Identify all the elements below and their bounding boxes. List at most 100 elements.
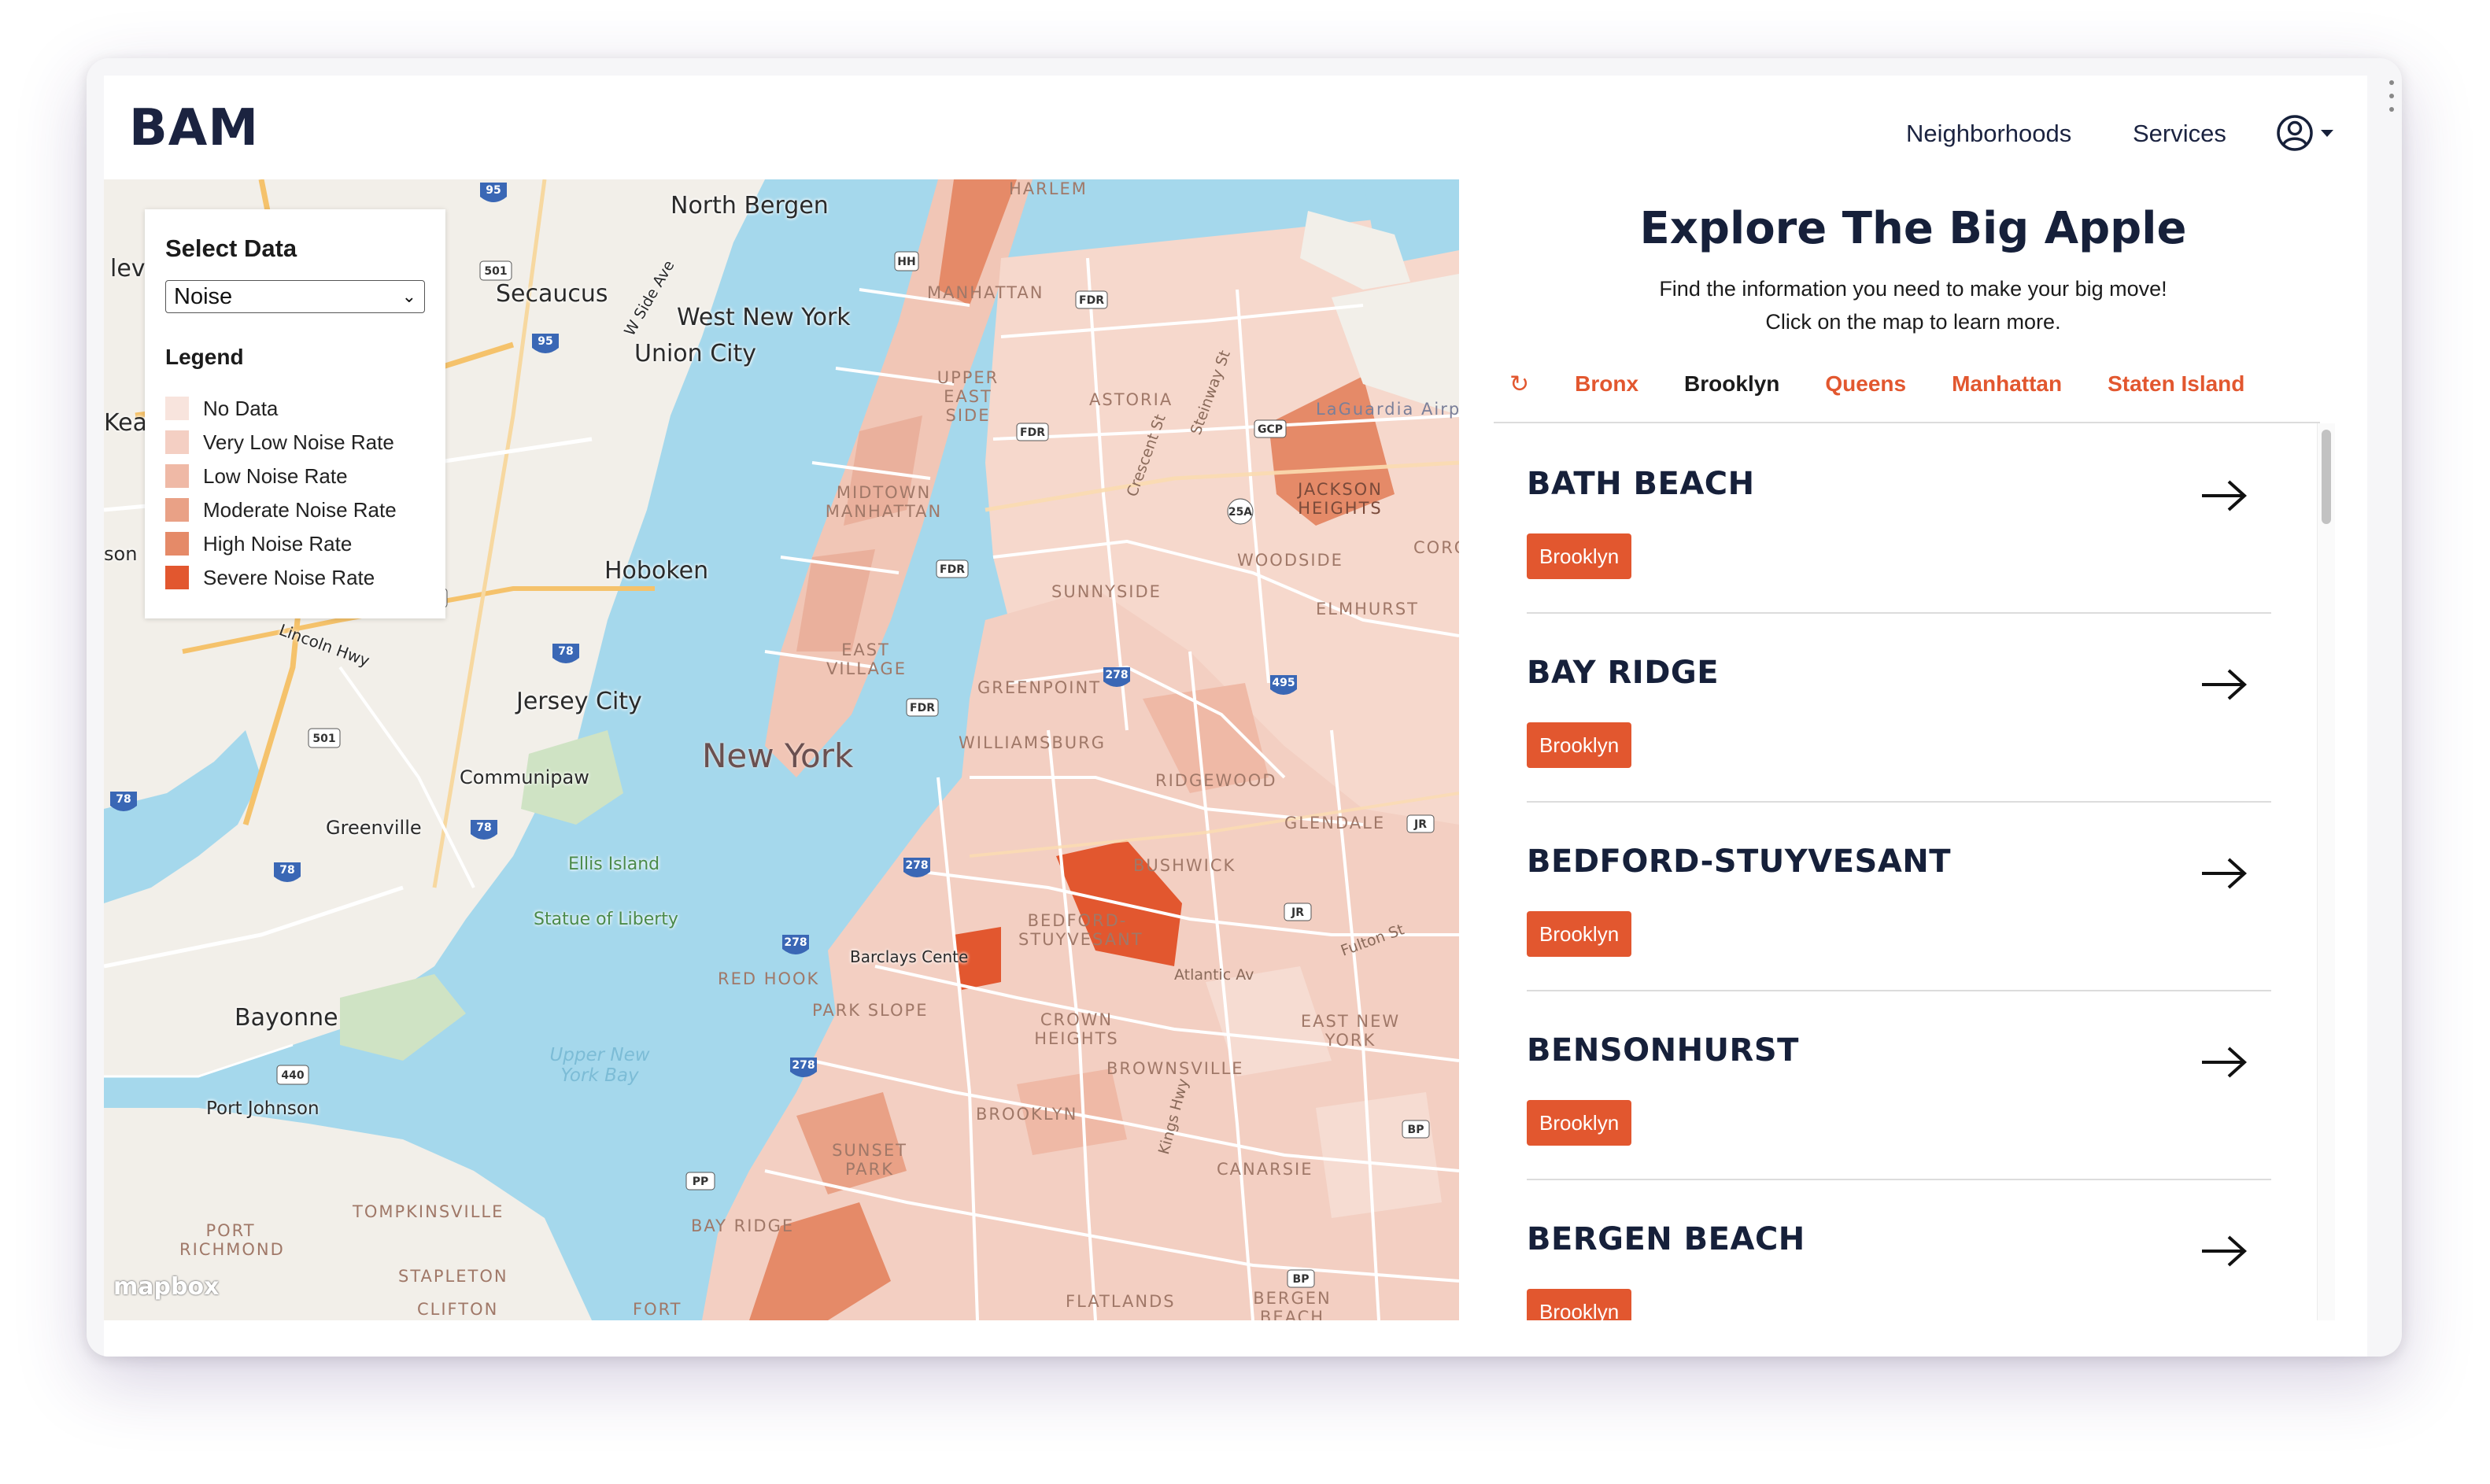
svg-text:JR: JR xyxy=(1413,818,1427,831)
data-type-select[interactable]: Noise ⌄ xyxy=(165,280,425,313)
label-laguardia: LaGuardia Airpor xyxy=(1316,400,1459,419)
neighborhood-card[interactable]: BATH BEACH Brooklyn xyxy=(1527,423,2271,614)
neighborhood-name: BATH BEACH xyxy=(1527,466,1755,502)
label-tompkinsville: TOMPKINSVILLE xyxy=(353,1202,504,1221)
borough-badge: Brooklyn xyxy=(1527,1100,1632,1146)
label-williamsburg: WILLIAMSBURG xyxy=(959,733,1106,752)
label-barclays: Barclays Cente xyxy=(850,947,969,966)
legend-swatch xyxy=(165,566,189,589)
label-jersey-city: Jersey City xyxy=(516,688,642,715)
arrow-right-icon[interactable] xyxy=(2200,1234,2248,1268)
borough-badge: Brooklyn xyxy=(1527,911,1632,957)
label-sunnyside: SUNNYSIDE xyxy=(1051,582,1162,601)
svg-text:25A: 25A xyxy=(1228,506,1252,519)
label-bergen-beach: BERGEN BEACH xyxy=(1253,1289,1332,1320)
user-circle-icon xyxy=(2277,115,2313,151)
label-red-hook: RED HOOK xyxy=(718,969,820,988)
label-stapleton: STAPLETON xyxy=(398,1267,508,1286)
label-corona: CORO xyxy=(1413,538,1459,557)
svg-text:495: 495 xyxy=(1272,677,1295,689)
label-bay-ridge: BAY RIDGE xyxy=(691,1216,795,1235)
svg-text:GCP: GCP xyxy=(1258,423,1283,436)
label-new-york: New York xyxy=(702,736,854,775)
neighborhood-card[interactable]: BERGEN BEACH Brooklyn xyxy=(1527,1179,2271,1320)
label-flatlands: FLATLANDS xyxy=(1066,1292,1176,1311)
browser-window: BAM Neighborhoods Services 501 501 440 H… xyxy=(87,58,2402,1357)
label-north-bergen: North Bergen xyxy=(671,192,829,220)
svg-text:278: 278 xyxy=(784,936,807,949)
label-statue-of-liberty: Statue of Liberty xyxy=(534,910,678,929)
label-sunset-park: SUNSET PARK xyxy=(832,1141,907,1179)
list-scrollbar-track[interactable] xyxy=(2317,423,2335,1320)
svg-text:JR: JR xyxy=(1291,906,1304,919)
label-bushwick: BUSHWICK xyxy=(1133,856,1236,875)
neighborhood-card[interactable]: BEDFORD-STUYVESANT Brooklyn xyxy=(1527,801,2271,991)
label-manhattan: MANHATTAN xyxy=(927,283,1044,302)
explore-subtitle-1: Find the information you need to make yo… xyxy=(1659,277,2167,301)
legend-title: Legend xyxy=(165,345,244,369)
tab-bronx[interactable]: Bronx xyxy=(1575,371,1638,397)
explore-subtitle-2: Click on the map to learn more. xyxy=(1765,310,2061,334)
legend-swatch xyxy=(165,397,189,420)
nav-neighborhoods-link[interactable]: Neighborhoods xyxy=(1906,120,2071,148)
arrow-right-icon[interactable] xyxy=(2200,856,2248,891)
chevron-down-icon: ⌄ xyxy=(401,286,416,306)
svg-text:FDR: FDR xyxy=(940,563,965,576)
refresh-icon[interactable]: ↻ xyxy=(1509,371,1529,398)
svg-text:95: 95 xyxy=(486,184,501,197)
window-resize-grip[interactable] xyxy=(2389,80,2394,112)
label-woodside: WOODSIDE xyxy=(1237,551,1343,570)
svg-text:78: 78 xyxy=(558,645,573,658)
neighborhood-name: BAY RIDGE xyxy=(1527,655,1720,691)
borough-tabs: ↻ Bronx Brooklyn Queens Manhattan Staten… xyxy=(1509,368,2244,400)
label-east-village: EAST VILLAGE xyxy=(826,640,907,678)
explore-title: Explore The Big Apple xyxy=(1639,203,2187,254)
neighborhood-card[interactable]: BENSONHURST Brooklyn xyxy=(1527,990,2271,1180)
noise-map[interactable]: 501 501 501 501 440 HH FDR FDR FDR FDR G… xyxy=(104,179,1459,1320)
legend-item-very-low: Very Low Noise Rate xyxy=(165,429,394,456)
label-hoboken: Hoboken xyxy=(604,557,709,585)
legend-label: Severe Noise Rate xyxy=(203,565,375,589)
label-fort: FORT xyxy=(633,1300,682,1319)
label-bayonne: Bayonne xyxy=(235,1004,338,1032)
svg-text:FDR: FDR xyxy=(910,702,935,714)
tab-queens[interactable]: Queens xyxy=(1825,371,1906,397)
explore-panel: Explore The Big Apple Find the informati… xyxy=(1459,179,2367,1320)
tab-manhattan[interactable]: Manhattan xyxy=(1952,371,2062,397)
bam-logo[interactable]: BAM xyxy=(129,99,259,157)
chevron-down-icon xyxy=(2321,130,2333,137)
select-data-panel: Select Data Noise ⌄ Legend No Data Very … xyxy=(145,209,445,618)
svg-text:78: 78 xyxy=(279,864,294,877)
label-greenville: Greenville xyxy=(326,817,422,839)
label-astoria: ASTORIA xyxy=(1089,390,1173,409)
label-canarsie: CANARSIE xyxy=(1217,1160,1313,1179)
list-scrollbar-thumb[interactable] xyxy=(2322,430,2331,524)
label-park-slope: PARK SLOPE xyxy=(812,1001,929,1020)
legend-label: Very Low Noise Rate xyxy=(203,430,394,454)
mapbox-attribution-logo[interactable]: mapbox xyxy=(113,1273,219,1301)
user-menu-button[interactable] xyxy=(2276,115,2342,151)
neighborhood-list[interactable]: BATH BEACH Brooklyn BAY RIDGE Brooklyn B… xyxy=(1527,423,2271,1320)
arrow-right-icon[interactable] xyxy=(2200,478,2248,513)
label-ellis-island: Ellis Island xyxy=(568,855,660,874)
arrow-right-icon[interactable] xyxy=(2200,667,2248,702)
svg-text:HH: HH xyxy=(897,256,915,268)
svg-text:95: 95 xyxy=(538,335,552,348)
nav-services-link[interactable]: Services xyxy=(2133,120,2226,148)
label-ridgewood: RIDGEWOOD xyxy=(1155,771,1277,790)
label-edge-kea: Kea xyxy=(104,409,148,437)
svg-text:501: 501 xyxy=(312,733,335,745)
neighborhood-name: BENSONHURST xyxy=(1527,1032,1799,1069)
neighborhood-card[interactable]: BAY RIDGE Brooklyn xyxy=(1527,612,2271,803)
label-east-new-york: EAST NEW YORK xyxy=(1300,1012,1401,1050)
neighborhood-name: BERGEN BEACH xyxy=(1527,1221,1805,1257)
tab-staten-island[interactable]: Staten Island xyxy=(2108,371,2244,397)
tab-brooklyn[interactable]: Brooklyn xyxy=(1684,371,1779,397)
label-jackson-heights: JACKSON HEIGHTS xyxy=(1298,480,1383,518)
label-clifton: CLIFTON xyxy=(417,1300,499,1319)
arrow-right-icon[interactable] xyxy=(2200,1045,2248,1080)
label-atlantic-av: Atlantic Av xyxy=(1174,966,1254,984)
data-type-selected-value: Noise xyxy=(174,284,233,309)
label-midtown: MIDTOWN MANHATTAN xyxy=(825,483,943,521)
svg-text:278: 278 xyxy=(1105,669,1128,681)
